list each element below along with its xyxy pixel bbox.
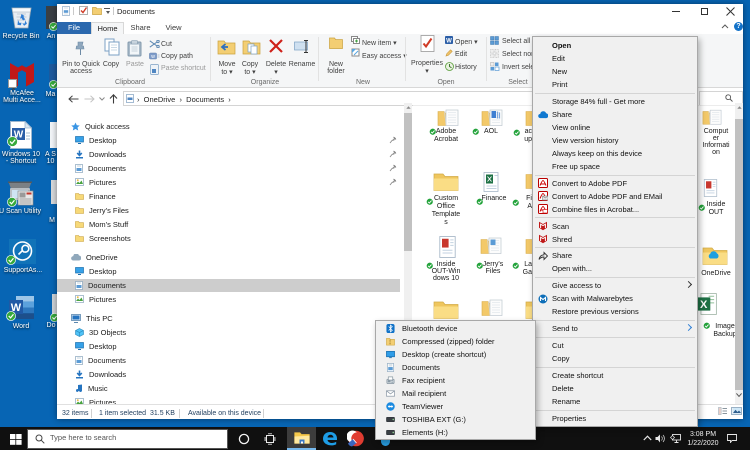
svg-text:W: W — [446, 38, 452, 44]
svg-text:w: w — [151, 54, 155, 60]
